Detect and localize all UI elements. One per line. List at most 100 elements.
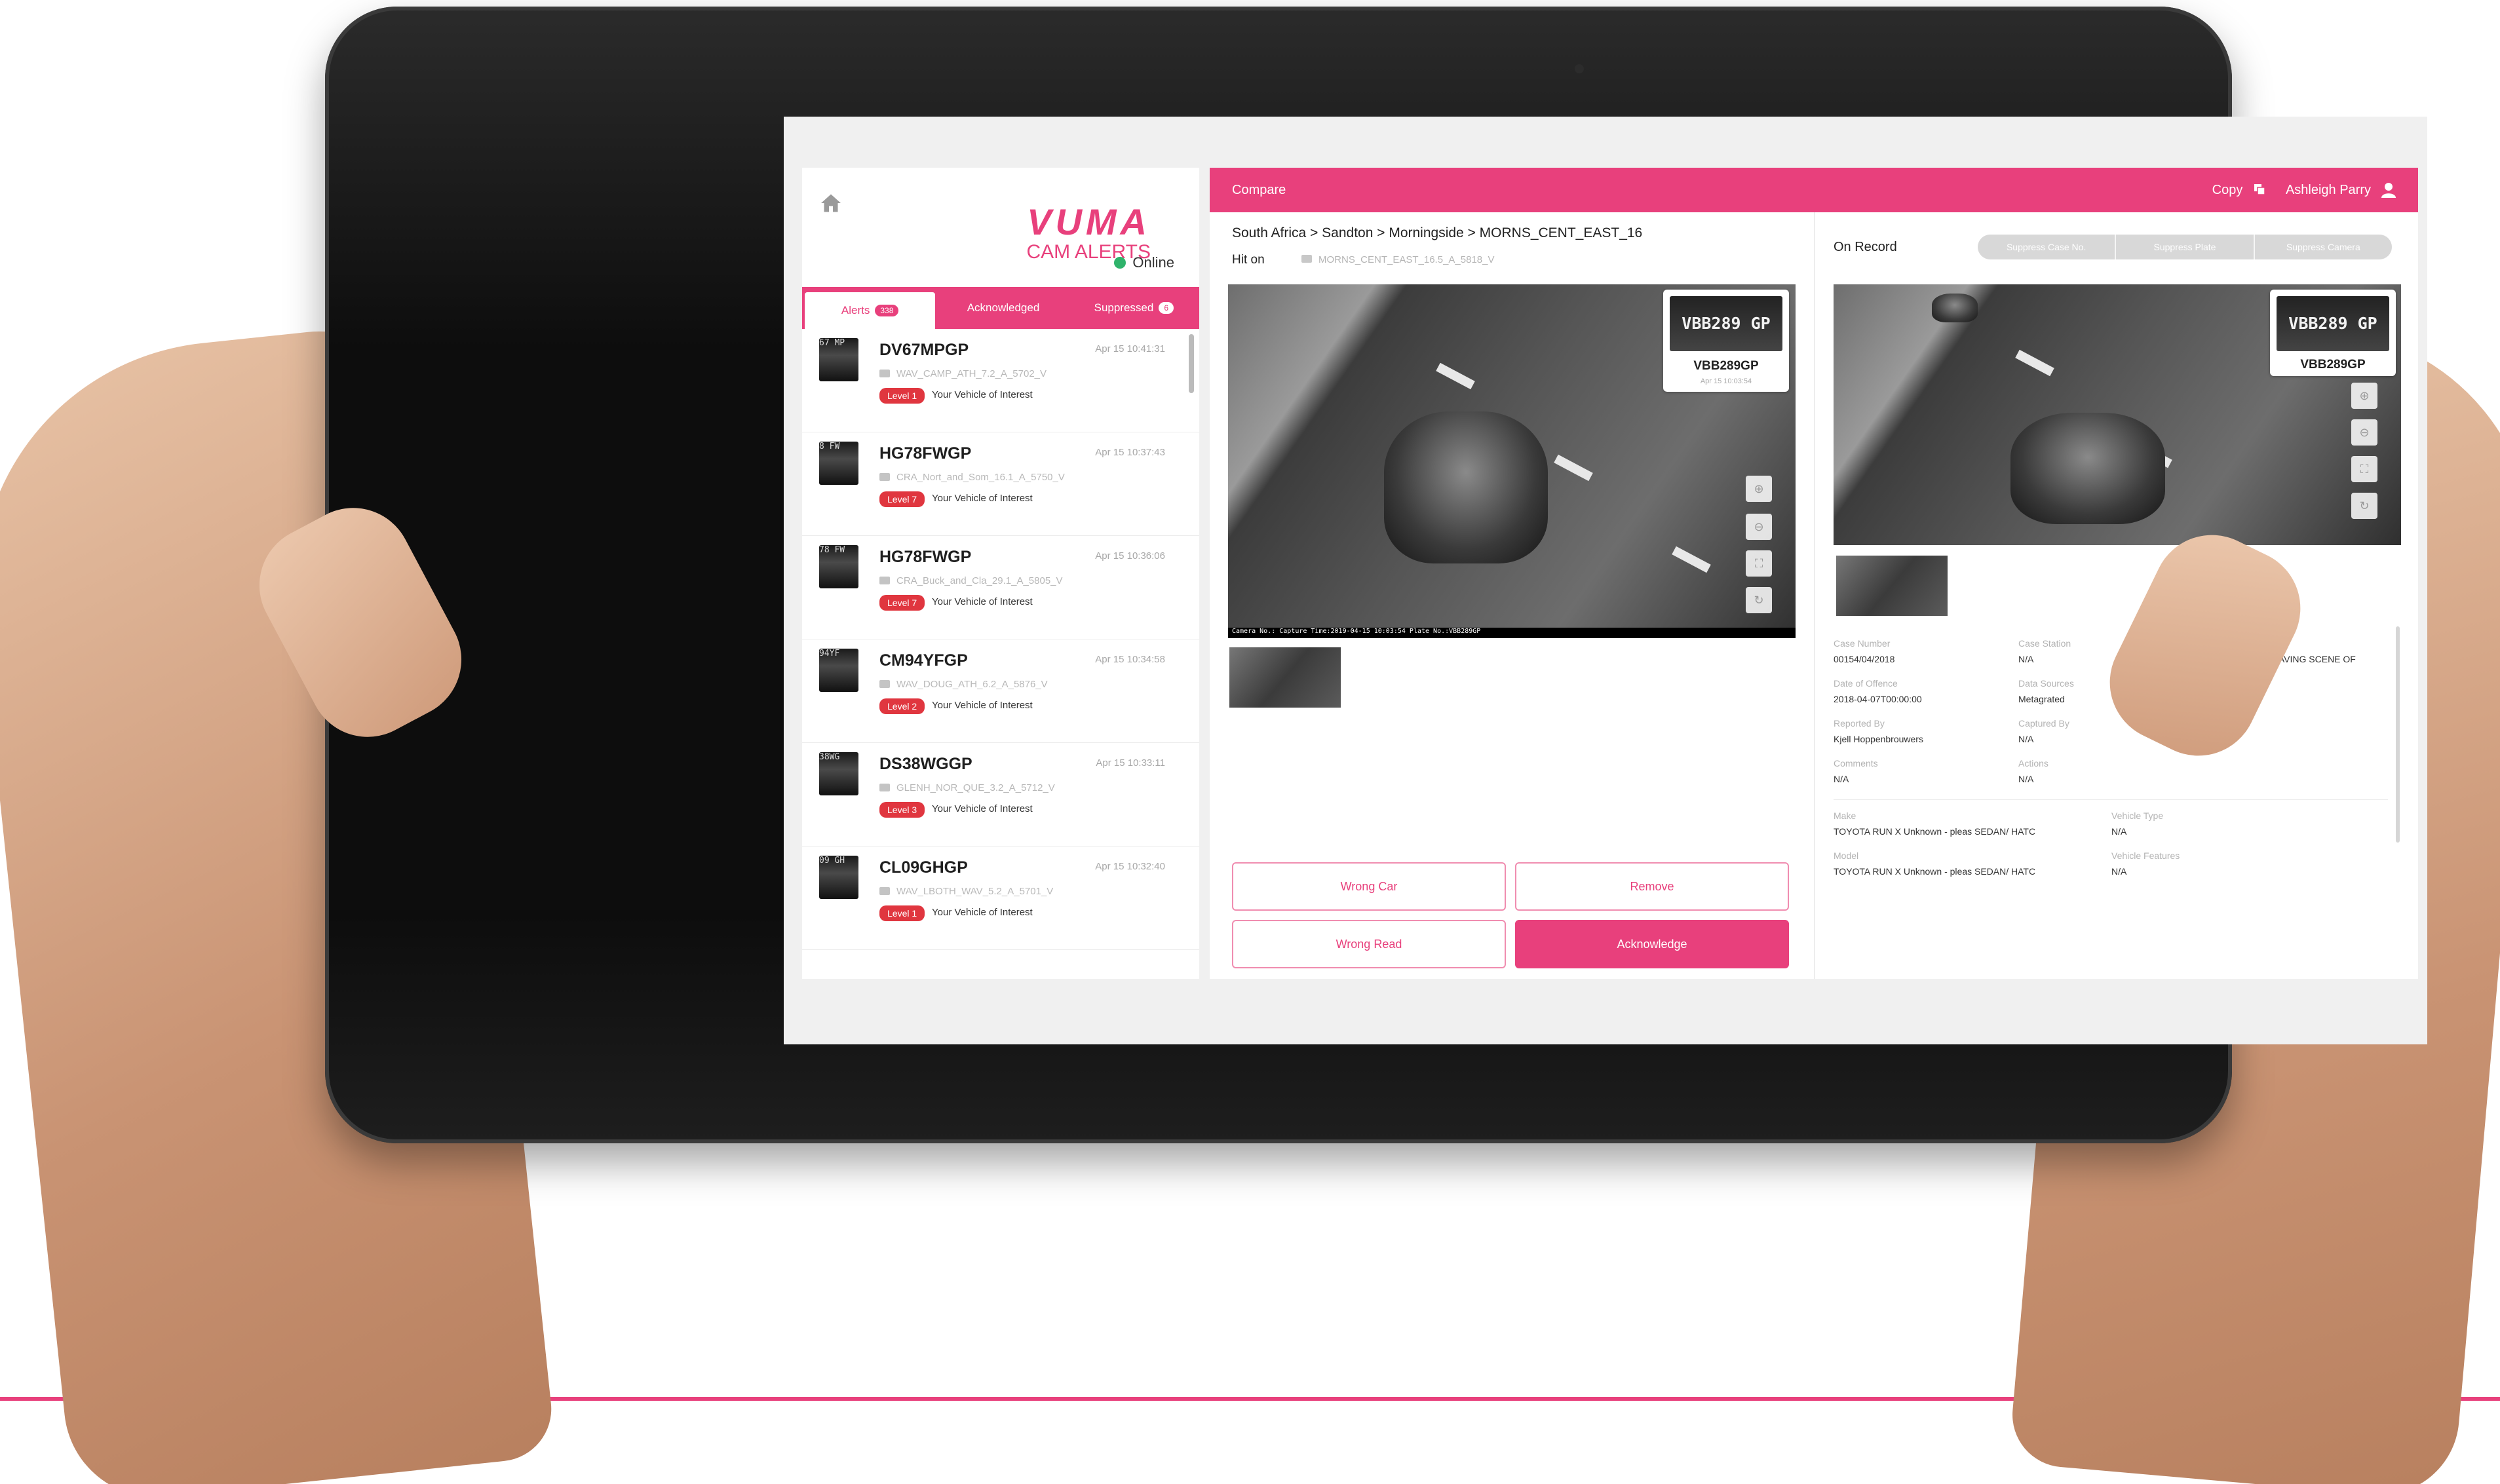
record-thumbnail[interactable] <box>1836 556 1948 616</box>
camera-icon <box>879 473 890 481</box>
tab-label: Alerts <box>841 304 870 316</box>
detail-cell <box>2203 755 2388 795</box>
plate-time: Apr 15 10:03:54 <box>1700 377 1752 385</box>
home-icon[interactable] <box>819 191 843 215</box>
alert-time: Apr 15 10:36:06 <box>1095 550 1165 561</box>
zoom-in-icon[interactable]: ⊕ <box>2351 383 2377 409</box>
tab-acknowledged[interactable]: Acknowledged <box>938 287 1068 329</box>
alert-camera: WAV_DOUG_ATH_6.2_A_5876_V <box>879 679 1048 690</box>
refresh-icon[interactable]: ↻ <box>2351 493 2377 519</box>
detail-cell: Case Number 00154/04/2018 <box>1834 636 2018 675</box>
camera-icon <box>879 370 890 377</box>
detail-label: Date of Offence <box>1834 678 1898 689</box>
vehicle <box>1384 411 1548 563</box>
detail-label: Case Number <box>1834 638 1891 649</box>
vehicle-row: Make TOYOTA RUN X Unknown - pleas SEDAN/ … <box>1834 808 2388 848</box>
road-marking <box>1554 454 1593 482</box>
alert-item[interactable]: 8 FW HG78FWGP Apr 15 10:37:43 CRA_Nort_a… <box>802 432 1199 536</box>
thumb-text: 38WG <box>819 752 840 762</box>
suppress-button-group: Suppress Case No. Suppress Plate Suppres… <box>1978 235 2392 259</box>
user-icon[interactable] <box>2381 182 2396 198</box>
zoom-out-icon[interactable]: ⊖ <box>2351 419 2377 446</box>
detail-value: N/A <box>1834 774 1849 784</box>
vehicle-cell: Make TOYOTA RUN X Unknown - pleas SEDAN/ … <box>1834 808 2111 848</box>
road-marking <box>2015 349 2054 377</box>
wrong-read-button[interactable]: Wrong Read <box>1232 920 1506 968</box>
hit-on-label: Hit on <box>1232 253 1265 267</box>
alert-item[interactable]: 78 FW HG78FWGP Apr 15 10:36:06 CRA_Buck_… <box>802 536 1199 639</box>
user-name[interactable]: Ashleigh Parry <box>2286 183 2371 198</box>
vehicle-row: Model TOYOTA RUN X Unknown - pleas SEDAN/… <box>1834 848 2388 888</box>
logo: VUMA CAM ALERTS <box>1005 181 1176 263</box>
alert-time: Apr 15 10:37:43 <box>1095 447 1165 458</box>
hit-photo[interactable]: VBB289 GP VBB289GP Apr 15 10:03:54 ⊕ ⊖ ⛶… <box>1228 284 1796 638</box>
plate-inset: VBB289 GP VBB289GP Apr 15 10:03:54 <box>1663 290 1789 392</box>
tab-alerts[interactable]: Alerts 338 <box>805 292 936 329</box>
detail-label: Actions <box>2018 758 2048 769</box>
plate-number: VBB289GP <box>2300 358 2366 371</box>
detail-value: N/A <box>2018 774 2034 784</box>
detail-cell: Reported By Kjell Hoppenbrouwers <box>1834 715 2018 755</box>
details-separator <box>1834 799 2388 800</box>
tab-label: Acknowledged <box>967 301 1040 314</box>
alert-plate: CL09GHGP <box>879 858 968 877</box>
capture-caption: Camera No.: Capture Time:2019-04-15 10:0… <box>1228 628 1796 638</box>
alert-item[interactable]: 38WG DS38WGGP Apr 15 10:33:11 GLENH_NOR_… <box>802 743 1199 847</box>
copy-button[interactable]: Copy <box>2212 183 2266 198</box>
tablet-camera <box>1575 64 1584 73</box>
breadcrumb: South Africa > Sandton > Morningside > M… <box>1232 225 1643 240</box>
details-scrollbar[interactable] <box>2396 626 2400 843</box>
camera-icon <box>879 680 890 688</box>
zoom-out-icon[interactable]: ⊖ <box>1746 514 1772 540</box>
fullscreen-icon[interactable]: ⛶ <box>1746 550 1772 577</box>
plate-thumbnail: 78 FW <box>819 545 858 588</box>
refresh-icon[interactable]: ↻ <box>1746 587 1772 613</box>
vehicle-value: TOYOTA RUN X Unknown - pleas SEDAN/ HATC <box>1834 866 2036 877</box>
record-photo[interactable]: VBB289 GP VBB289GP ⊕ ⊖ ⛶ ↻ <box>1834 284 2401 545</box>
plate-thumbnail: 8 FW <box>819 442 858 485</box>
alert-camera: WAV_LBOTH_WAV_5.2_A_5701_V <box>879 886 1053 897</box>
wrong-car-button[interactable]: Wrong Car <box>1232 862 1506 911</box>
level-badge: Level 3 <box>879 802 925 818</box>
vehicle-label: Vehicle Features <box>2111 850 2180 861</box>
alert-item[interactable]: 67 MP DV67MPGP Apr 15 10:41:31 WAV_CAMP_… <box>802 329 1199 432</box>
brand-name: VUMA <box>1027 201 1151 242</box>
level-badge: Level 1 <box>879 388 925 404</box>
detail-value: 00154/04/2018 <box>1834 654 1895 664</box>
detail-label: Reported By <box>1834 718 1885 729</box>
alert-camera: WAV_CAMP_ATH_7.2_A_5702_V <box>879 368 1047 379</box>
detail-value: 2018-04-07T00:00:00 <box>1834 694 1922 704</box>
vehicle-cell: Model TOYOTA RUN X Unknown - pleas SEDAN/… <box>1834 848 2111 888</box>
vehicle-value: TOYOTA RUN X Unknown - pleas SEDAN/ HATC <box>1834 826 2036 837</box>
road-marking <box>1436 362 1475 390</box>
thumb-text: 78 FW <box>819 545 845 555</box>
suppress-case-button[interactable]: Suppress Case No. <box>1978 235 2117 259</box>
detail-label: Comments <box>1834 758 1878 769</box>
alert-time: Apr 15 10:33:11 <box>1096 757 1165 769</box>
suppress-camera-button[interactable]: Suppress Camera <box>2255 235 2392 259</box>
detail-cell: Date of Offence 2018-04-07T00:00:00 <box>1834 675 2018 715</box>
plate-inset: VBB289 GP VBB289GP <box>2270 290 2396 376</box>
level-badge: Level 2 <box>879 698 925 714</box>
alert-time: Apr 15 10:32:40 <box>1095 861 1165 872</box>
hit-thumbnail[interactable] <box>1229 647 1341 708</box>
product-photo: VUMA CAM ALERTS Online Alerts 338 Acknowl… <box>0 0 2500 1484</box>
alert-tabs: Alerts 338 Acknowledged Suppressed 6 <box>802 287 1199 329</box>
vehicle-label: Vehicle Type <box>2111 810 2164 821</box>
status-label: Online <box>1132 254 1174 271</box>
camera-icon <box>1301 255 1312 263</box>
acknowledge-button[interactable]: Acknowledge <box>1515 920 1789 968</box>
camera-icon <box>879 784 890 791</box>
thumb-text: 8 FW <box>819 442 840 451</box>
zoom-in-icon[interactable]: ⊕ <box>1746 476 1772 502</box>
tab-suppressed[interactable]: Suppressed 6 <box>1069 287 1199 329</box>
alert-list-scrollbar[interactable] <box>1189 334 1194 393</box>
level-badge: Level 7 <box>879 595 925 611</box>
suppress-plate-button[interactable]: Suppress Plate <box>2116 235 2255 259</box>
alert-item[interactable]: 09 GH CL09GHGP Apr 15 10:32:40 WAV_LBOTH… <box>802 847 1199 950</box>
fullscreen-icon[interactable]: ⛶ <box>2351 456 2377 482</box>
vehicle-label: Make <box>1834 810 1856 821</box>
copy-icon <box>2254 183 2265 195</box>
alert-item[interactable]: 94YF CM94YFGP Apr 15 10:34:58 WAV_DOUG_A… <box>802 639 1199 743</box>
remove-button[interactable]: Remove <box>1515 862 1789 911</box>
